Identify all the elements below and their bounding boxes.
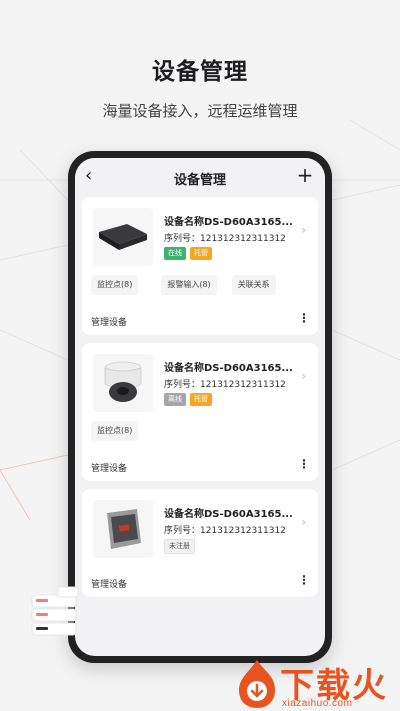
nav-title: 设备管理 — [173, 173, 226, 188]
device-card[interactable]: 设备名称DS-D60A3165... 序列号：121312312311312 离… — [82, 343, 318, 481]
more-icon[interactable]: ⋮ — [298, 458, 310, 470]
device-serial: 序列号：121312312311312 — [164, 234, 286, 244]
status-badge-hosted: 托管 — [190, 393, 212, 406]
status-badge-online: 在线 — [164, 247, 186, 260]
plus-icon[interactable]: + — [295, 164, 315, 186]
chevron-right-icon[interactable]: › — [301, 515, 306, 529]
status-badge-offline: 离线 — [164, 393, 186, 406]
access-panel-icon — [107, 509, 141, 549]
device-serial: 序列号：121312312311312 — [164, 526, 286, 536]
server-stack-icon — [31, 586, 79, 636]
flame-icon — [239, 660, 275, 708]
camera-device-icon — [104, 361, 142, 402]
phone-frame: ‹ 设备管理 + 设备名称DS-D60A3165... 序列号：12131231… — [68, 151, 332, 663]
promo-subtitle: 海量设备接入，远程运维管理 — [102, 102, 298, 120]
promo-title: 设备管理 — [152, 59, 248, 85]
navbar: ‹ 设备管理 + — [75, 158, 325, 196]
chevron-right-icon[interactable]: › — [301, 223, 306, 237]
device-actions: 监控点(8) — [91, 421, 139, 441]
status-badge-unregistered: 未注册 — [164, 539, 195, 554]
device-name: 设备名称DS-D60A3165... — [164, 509, 293, 520]
manage-device-label[interactable]: 管理设备 — [91, 461, 127, 474]
watermark-logo: 下载火 xiazaihuo.com — [235, 658, 400, 711]
monitor-points-button[interactable]: 监控点(8) — [91, 275, 139, 295]
more-icon[interactable]: ⋮ — [298, 312, 310, 324]
device-name: 设备名称DS-D60A3165... — [164, 363, 293, 374]
device-name: 设备名称DS-D60A3165... — [164, 217, 293, 228]
device-card[interactable]: 设备名称DS-D60A3165... 序列号：121312312311312 未… — [82, 489, 318, 597]
device-thumbnail — [93, 208, 153, 266]
status-badge-hosted: 托管 — [190, 247, 212, 260]
device-thumbnail — [93, 500, 153, 558]
watermark-url: xiazaihuo.com — [282, 698, 353, 709]
nvr-device-icon — [99, 224, 147, 250]
manage-device-label[interactable]: 管理设备 — [91, 577, 127, 590]
device-card[interactable]: 设备名称DS-D60A3165... 序列号：121312312311312 在… — [82, 197, 318, 335]
alarm-inputs-button[interactable]: 报警输入(8) — [161, 275, 217, 295]
device-actions: 监控点(8) 报警输入(8) 关联关系 — [91, 275, 276, 295]
chevron-right-icon[interactable]: › — [301, 369, 306, 383]
status-tags: 离线 托管 — [164, 393, 212, 406]
device-thumbnail — [93, 354, 153, 412]
status-tags: 在线 托管 — [164, 247, 212, 260]
status-tags: 未注册 — [164, 539, 195, 554]
phone-screen: ‹ 设备管理 + 设备名称DS-D60A3165... 序列号：12131231… — [75, 158, 325, 656]
device-serial: 序列号：121312312311312 — [164, 380, 286, 390]
monitor-points-button[interactable]: 监控点(8) — [91, 421, 139, 441]
manage-device-label[interactable]: 管理设备 — [91, 315, 127, 328]
relations-button[interactable]: 关联关系 — [231, 275, 276, 295]
more-icon[interactable]: ⋮ — [298, 574, 310, 586]
